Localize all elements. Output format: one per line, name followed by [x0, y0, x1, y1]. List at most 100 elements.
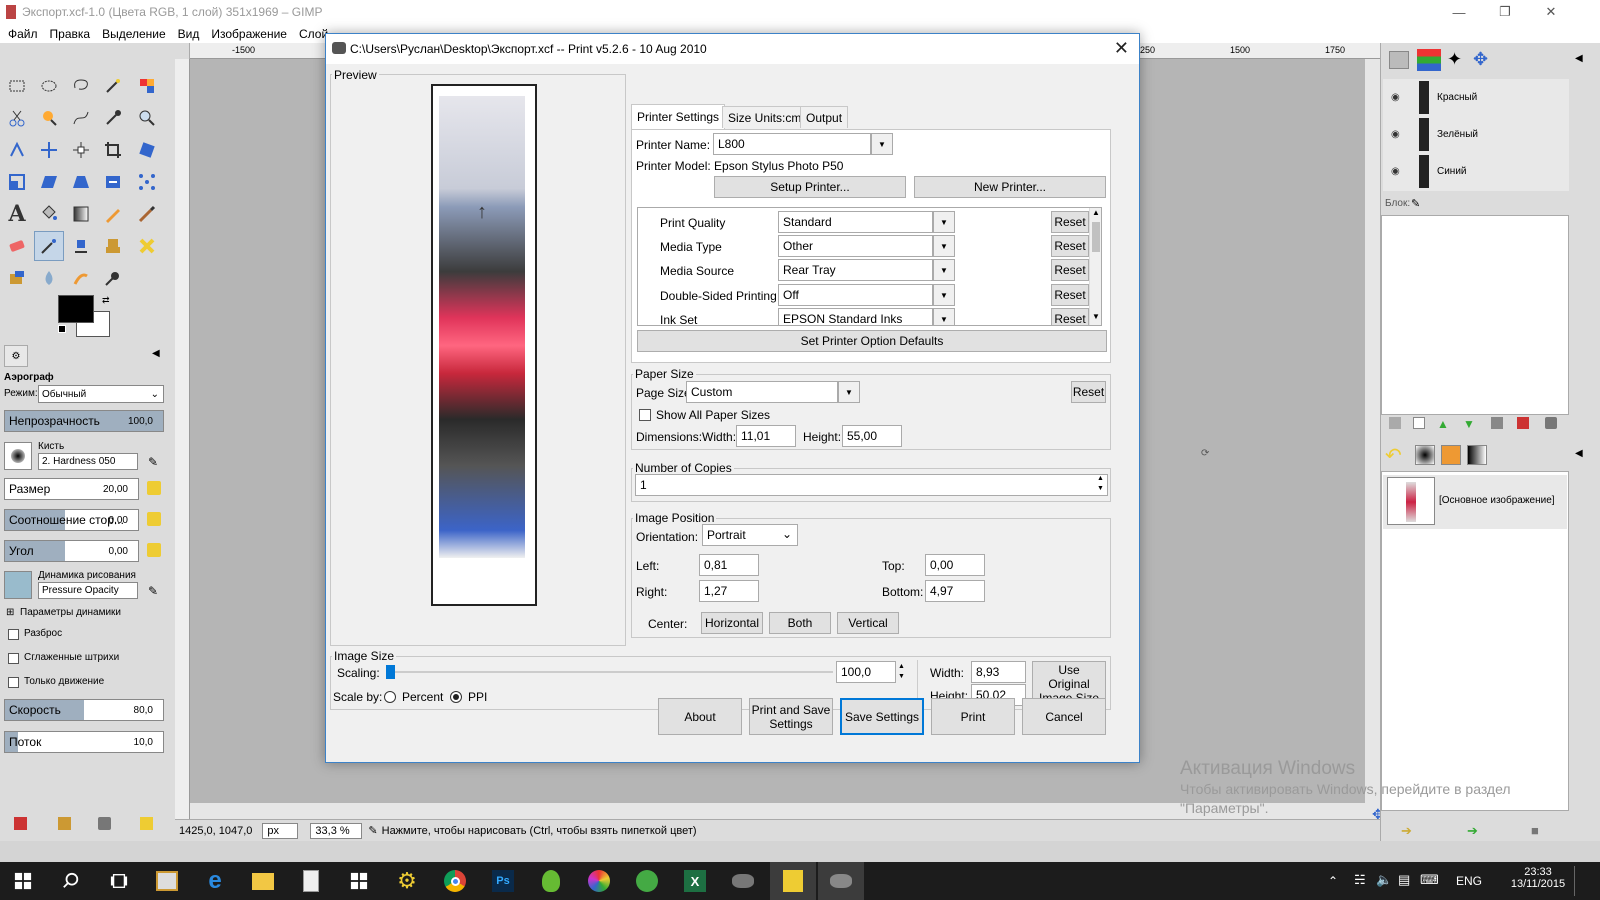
option-reset-button[interactable]: Reset [1051, 259, 1089, 281]
copies-spinner[interactable]: 1 [635, 474, 1108, 496]
bucket-fill-icon[interactable] [36, 201, 62, 227]
explorer-icon[interactable] [248, 866, 278, 896]
visibility-eye-icon[interactable]: ◉ [1391, 166, 1411, 177]
brushes-tab-icon[interactable] [1415, 445, 1435, 465]
scatter-checkbox[interactable] [8, 629, 19, 640]
fuzzy-select-icon[interactable] [100, 73, 126, 99]
center-both-button[interactable]: Both [769, 612, 831, 634]
move-icon[interactable] [36, 137, 62, 163]
scroll-up-icon[interactable]: ▲ [1092, 208, 1100, 217]
option-reset-button[interactable]: Reset [1051, 308, 1089, 325]
paintbrush-icon[interactable] [134, 201, 160, 227]
default-colors-icon[interactable] [58, 325, 66, 333]
lock-brush-icon[interactable]: ✎ [1411, 197, 1420, 210]
globe-app-icon[interactable] [632, 866, 662, 896]
panel-menu-icon[interactable]: ◀ [152, 348, 160, 359]
panel-menu-icon[interactable]: ◀ [1575, 53, 1583, 64]
brush-name-field[interactable]: 2. Hardness 050 [38, 453, 138, 470]
menu-select[interactable]: Выделение [102, 27, 166, 41]
edit-channel-icon[interactable] [1389, 417, 1401, 429]
ink-icon[interactable] [68, 233, 94, 259]
perspective-clone-icon[interactable] [4, 265, 30, 291]
tab-printer-settings[interactable]: Printer Settings [631, 104, 726, 129]
foreground-color-swatch-top[interactable] [58, 295, 94, 323]
spinner-arrows-icon[interactable]: ▲ ▼ [1097, 474, 1104, 494]
dodge-burn-icon[interactable] [100, 265, 126, 291]
channels-tab-icon[interactable] [1417, 49, 1441, 71]
smooth-checkbox[interactable] [8, 653, 19, 664]
edit-dynamics-icon[interactable]: ✎ [148, 584, 158, 598]
page-size-select[interactable]: Custom [686, 381, 838, 403]
print-button[interactable]: Print [931, 698, 1015, 735]
chevron-down-icon[interactable]: ▼ [933, 235, 955, 257]
text-tool-icon[interactable]: A [4, 201, 30, 227]
about-button[interactable]: About [658, 698, 742, 735]
paths-tab-icon[interactable]: ✦ [1447, 49, 1462, 70]
chrome-icon[interactable] [440, 866, 470, 896]
percent-radio[interactable] [384, 691, 396, 703]
rect-select-icon[interactable] [4, 73, 30, 99]
volume-icon[interactable]: 🔈 [1376, 872, 1392, 888]
menu-file[interactable]: Файл [8, 27, 38, 41]
chevron-down-icon[interactable]: ▼ [933, 308, 955, 325]
scaling-slider-thumb[interactable] [386, 665, 395, 679]
align-icon[interactable] [68, 137, 94, 163]
minimize-icon[interactable]: — [1436, 0, 1482, 24]
scale-icon[interactable] [4, 169, 30, 195]
eraser-icon[interactable] [4, 233, 30, 259]
unit-select[interactable]: px [262, 822, 299, 839]
raise-channel-icon[interactable]: ▲ [1437, 417, 1449, 431]
show-desktop-button[interactable] [1574, 866, 1575, 896]
menu-image[interactable]: Изображение [211, 27, 287, 41]
option-value-select[interactable]: Standard [778, 211, 933, 233]
new-channel-icon[interactable] [1413, 417, 1425, 429]
gimp-taskbar-icon[interactable] [728, 866, 758, 896]
channel-row-green[interactable]: ◉ Зелёный [1381, 116, 1591, 153]
delete-options-icon[interactable] [98, 817, 111, 830]
keyboard-icon[interactable]: ⌨ [1420, 872, 1439, 888]
lower-channel-icon[interactable]: ▼ [1463, 417, 1475, 431]
option-value-select[interactable]: Off [778, 284, 933, 306]
select-by-color-icon[interactable] [134, 73, 160, 99]
expand-icon[interactable]: ⊞ [6, 607, 14, 618]
center-vertical-button[interactable]: Vertical [837, 612, 899, 634]
layers-tab-icon[interactable] [1389, 51, 1409, 69]
calculator-icon[interactable] [296, 866, 326, 896]
dimension-height-field[interactable]: 55,00 [842, 425, 902, 447]
dimension-width-field[interactable]: 11,01 [736, 425, 796, 447]
foreground-select-icon[interactable] [36, 105, 62, 131]
shear-icon[interactable] [36, 169, 62, 195]
chevron-down-icon[interactable]: ▼ [933, 284, 955, 306]
clone-icon[interactable] [100, 233, 126, 259]
size-slider[interactable]: Размер 20,00 [4, 478, 139, 500]
ppi-radio[interactable] [450, 691, 462, 703]
perspective-icon[interactable] [68, 169, 94, 195]
delete-channel-icon[interactable] [1545, 417, 1557, 429]
rotate-icon[interactable] [134, 137, 160, 163]
set-printer-defaults-button[interactable]: Set Printer Option Defaults [637, 330, 1107, 352]
paper-size-reset-button[interactable]: Reset [1071, 381, 1106, 403]
crop-icon[interactable] [100, 137, 126, 163]
printer-options-list[interactable]: Print Quality Standard ▼ Reset Media Typ… [637, 207, 1102, 326]
excel-icon[interactable]: X [680, 866, 710, 896]
flow-slider[interactable]: Поток 10,0 [4, 731, 164, 753]
spinner-arrows-icon[interactable]: ▲ ▼ [898, 662, 905, 682]
smudge-icon[interactable] [68, 265, 94, 291]
option-value-select[interactable]: Rear Tray [778, 259, 933, 281]
option-reset-button[interactable]: Reset [1051, 211, 1089, 233]
tab-output[interactable]: Output [800, 106, 849, 128]
tab-size-units[interactable]: Size Units:cm [722, 106, 808, 128]
preview-page[interactable]: ↑ [431, 84, 537, 606]
photoshop-icon[interactable]: Ps [488, 866, 518, 896]
right-field[interactable]: 1,27 [699, 580, 759, 602]
gradients-tab-icon[interactable] [1467, 445, 1487, 465]
center-horizontal-button[interactable]: Horizontal [701, 612, 763, 634]
paths-icon[interactable] [68, 105, 94, 131]
top-field[interactable]: 0,00 [925, 554, 985, 576]
heal-icon[interactable] [134, 233, 160, 259]
zoom-icon[interactable] [134, 105, 160, 131]
pencil-icon[interactable] [100, 201, 126, 227]
store-icon[interactable] [344, 866, 374, 896]
color-app-icon[interactable] [584, 866, 614, 896]
scroll-down-icon[interactable]: ▼ [1092, 312, 1100, 321]
